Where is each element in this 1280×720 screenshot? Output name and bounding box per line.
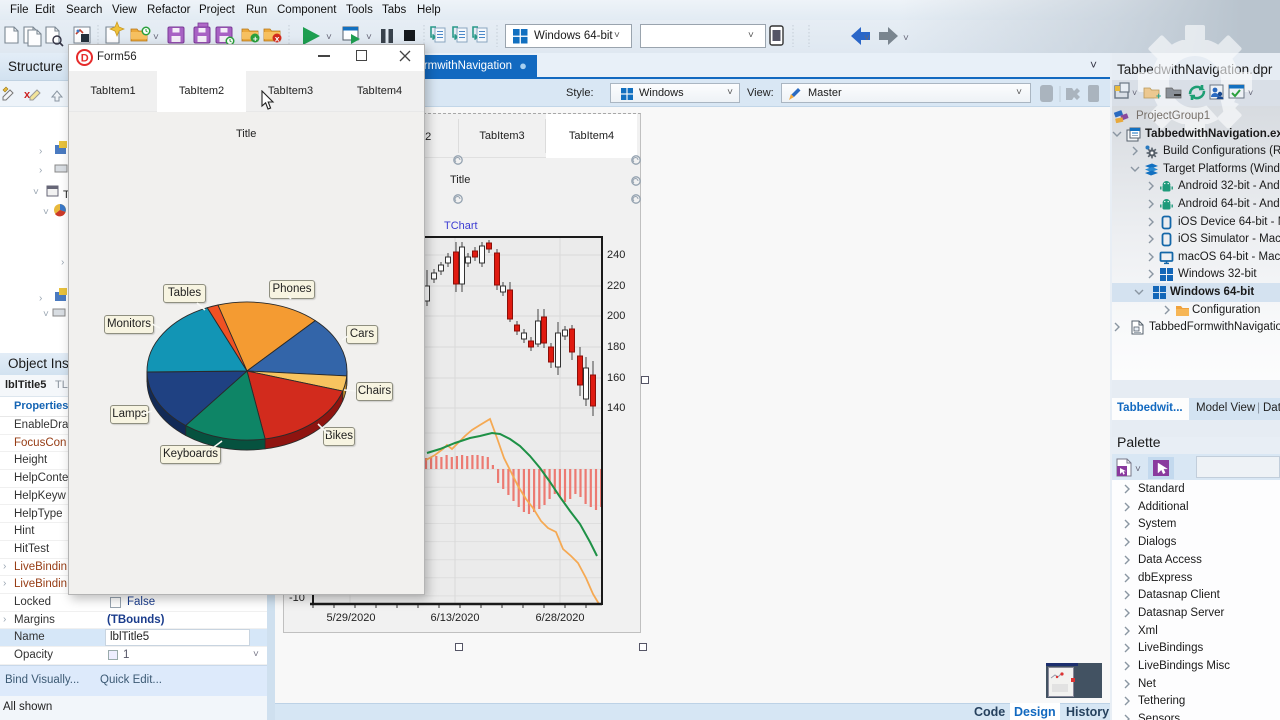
svg-text:D: D xyxy=(81,53,89,65)
